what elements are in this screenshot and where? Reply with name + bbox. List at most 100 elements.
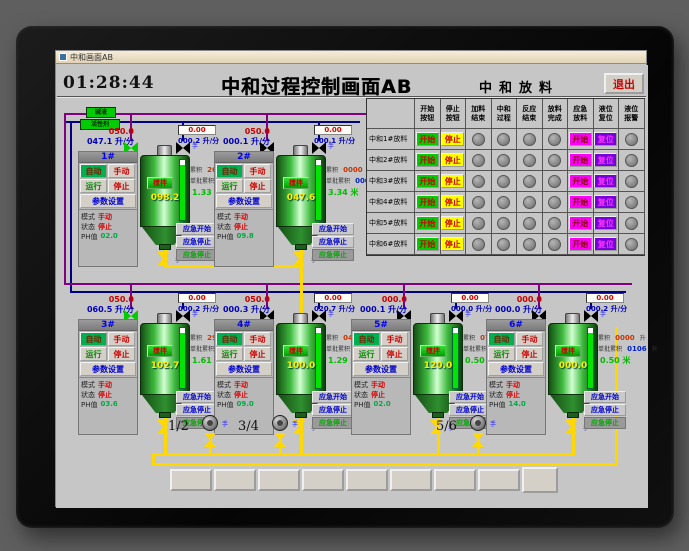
flow-meter: 0.00 000.2 升/分 bbox=[586, 293, 627, 314]
emergency-start-button[interactable]: 应急开始 bbox=[449, 391, 491, 403]
row-stop-button[interactable]: 停止 bbox=[441, 216, 465, 230]
nav-button[interactable] bbox=[170, 469, 212, 491]
row-stop-button[interactable]: 停止 bbox=[441, 195, 465, 209]
pipe bbox=[152, 463, 618, 466]
row-emergency-button[interactable]: 开始 bbox=[568, 153, 592, 167]
nav-button[interactable] bbox=[346, 469, 388, 491]
row-stop-button[interactable]: 停止 bbox=[441, 174, 465, 188]
params-button[interactable]: 参数设置 bbox=[80, 194, 136, 208]
ph-label: PH值 bbox=[217, 233, 234, 241]
emergency-stop-button[interactable]: 应急停止 bbox=[312, 236, 354, 248]
run-button[interactable]: 运行 bbox=[353, 347, 380, 361]
level-bar bbox=[452, 327, 459, 389]
row-stop-button[interactable]: 停止 bbox=[441, 132, 465, 146]
run-button[interactable]: 运行 bbox=[216, 347, 243, 361]
manual-button[interactable]: 手动 bbox=[108, 332, 135, 346]
stir-button[interactable]: 搅拌 bbox=[420, 345, 446, 357]
flow-meter-value: 0.00 bbox=[586, 293, 624, 303]
emergency-stop-indicator: 应急停止 bbox=[312, 417, 354, 429]
emergency-start-button[interactable]: 应急开始 bbox=[176, 391, 218, 403]
row-emergency-button[interactable]: 开始 bbox=[568, 132, 592, 146]
params-button[interactable]: 参数设置 bbox=[80, 362, 136, 376]
row-emergency-button[interactable]: 开始 bbox=[568, 195, 592, 209]
row-start-button[interactable]: 开始 bbox=[415, 216, 439, 230]
stop-button[interactable]: 停止 bbox=[381, 347, 408, 361]
stir-button[interactable]: 搅拌 bbox=[283, 345, 309, 357]
params-button[interactable]: 参数设置 bbox=[488, 362, 544, 376]
row-emergency-button[interactable]: 开始 bbox=[568, 237, 592, 251]
stop-button[interactable]: 停止 bbox=[108, 347, 135, 361]
auto-button[interactable]: 自动 bbox=[80, 164, 107, 178]
row-reset-button[interactable]: 复位 bbox=[594, 132, 618, 146]
ph-label: PH值 bbox=[489, 401, 506, 409]
ph-value: 09.8 bbox=[236, 232, 254, 240]
emergency-start-button[interactable]: 应急开始 bbox=[312, 391, 354, 403]
row-reset-button[interactable]: 复位 bbox=[594, 195, 618, 209]
exit-button[interactable]: 退出 bbox=[604, 73, 644, 94]
ph-value: 02.0 bbox=[100, 232, 118, 240]
params-button[interactable]: 参数设置 bbox=[216, 194, 272, 208]
auto-button[interactable]: 自动 bbox=[216, 164, 243, 178]
emergency-stop-button[interactable]: 应急停止 bbox=[176, 236, 218, 248]
level-value: 0.50 米 bbox=[600, 356, 631, 365]
nav-button[interactable] bbox=[434, 469, 476, 491]
stir-button[interactable]: 搅拌 bbox=[283, 177, 309, 189]
run-button[interactable]: 运行 bbox=[80, 179, 107, 193]
manual-button[interactable]: 手动 bbox=[516, 332, 543, 346]
stop-button[interactable]: 停止 bbox=[244, 347, 271, 361]
nav-button[interactable] bbox=[302, 469, 344, 491]
tank-value: 000.0 bbox=[558, 361, 588, 371]
ph-value: 02.0 bbox=[373, 400, 391, 408]
nav-button[interactable] bbox=[478, 469, 520, 491]
row-start-button[interactable]: 开始 bbox=[415, 195, 439, 209]
emergency-stop-button[interactable]: 应急停止 bbox=[312, 404, 354, 416]
nav-button[interactable] bbox=[258, 469, 300, 491]
auto-button[interactable]: 自动 bbox=[488, 332, 515, 346]
run-button[interactable]: 运行 bbox=[216, 179, 243, 193]
row-reset-button[interactable]: 复位 bbox=[594, 174, 618, 188]
run-button[interactable]: 运行 bbox=[80, 347, 107, 361]
inlet-valve-icon bbox=[260, 307, 274, 322]
row-emergency-button[interactable]: 开始 bbox=[568, 216, 592, 230]
row-stop-button[interactable]: 停止 bbox=[441, 153, 465, 167]
column-header: 液位报警 bbox=[619, 99, 645, 129]
nav-button[interactable] bbox=[214, 469, 256, 491]
stop-button[interactable]: 停止 bbox=[244, 179, 271, 193]
row-reset-button[interactable]: 复位 bbox=[594, 216, 618, 230]
params-button[interactable]: 参数设置 bbox=[353, 362, 409, 376]
row-reset-button[interactable]: 复位 bbox=[594, 153, 618, 167]
run-button[interactable]: 运行 bbox=[488, 347, 515, 361]
manual-button[interactable]: 手动 bbox=[108, 164, 135, 178]
state-value: 停止 bbox=[371, 391, 385, 399]
stir-button[interactable]: 搅拌 bbox=[147, 177, 173, 189]
neutralize-lamp bbox=[497, 153, 511, 167]
row-emergency-button[interactable]: 开始 bbox=[568, 174, 592, 188]
stir-button[interactable]: 搅拌 bbox=[147, 345, 173, 357]
params-button[interactable]: 参数设置 bbox=[216, 362, 272, 376]
nav-button[interactable] bbox=[390, 469, 432, 491]
row-start-button[interactable]: 开始 bbox=[415, 132, 439, 146]
auto-button[interactable]: 自动 bbox=[80, 332, 107, 346]
emergency-stop-button[interactable]: 应急停止 bbox=[584, 404, 626, 416]
emergency-start-button[interactable]: 应急开始 bbox=[312, 223, 354, 235]
stop-button[interactable]: 停止 bbox=[516, 347, 543, 361]
row-reset-button[interactable]: 复位 bbox=[594, 237, 618, 251]
manual-button[interactable]: 手动 bbox=[381, 332, 408, 346]
row-label: 中和2#放料 bbox=[367, 150, 415, 171]
manual-button[interactable]: 手动 bbox=[244, 332, 271, 346]
discharge-done-lamp bbox=[548, 174, 562, 188]
stir-button[interactable]: 搅拌 bbox=[555, 345, 581, 357]
auto-button[interactable]: 自动 bbox=[353, 332, 380, 346]
emergency-start-button[interactable]: 应急开始 bbox=[584, 391, 626, 403]
row-start-button[interactable]: 开始 bbox=[415, 153, 439, 167]
row-stop-button[interactable]: 停止 bbox=[441, 237, 465, 251]
stop-button[interactable]: 停止 bbox=[108, 179, 135, 193]
nav-button[interactable] bbox=[522, 467, 558, 493]
manual-button[interactable]: 手动 bbox=[244, 164, 271, 178]
row-start-button[interactable]: 开始 bbox=[415, 174, 439, 188]
unit-id: 5# bbox=[352, 320, 410, 331]
row-start-button[interactable]: 开始 bbox=[415, 237, 439, 251]
auto-button[interactable]: 自动 bbox=[216, 332, 243, 346]
unit-buttons: 自动 手动 运行 停止 参数设置 bbox=[487, 331, 545, 377]
emergency-start-button[interactable]: 应急开始 bbox=[176, 223, 218, 235]
